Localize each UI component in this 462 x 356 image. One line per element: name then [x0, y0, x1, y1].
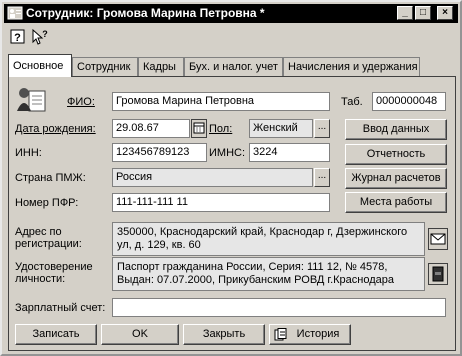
help-icon[interactable]: ? — [8, 28, 28, 46]
salary-account-label: Зарплатный счет: — [15, 302, 106, 314]
inn-label: ИНН: — [15, 147, 42, 159]
tab-accruals[interactable]: Начисления и удержания — [283, 57, 420, 76]
fio-field[interactable]: Громова Марина Петровна — [112, 92, 330, 111]
passport-icon[interactable] — [428, 263, 448, 285]
birth-date-field[interactable]: 29.08.67 — [112, 119, 190, 138]
identity-label-line2: личности: — [15, 273, 66, 285]
ok-button[interactable]: OK — [101, 324, 179, 345]
whats-this-icon[interactable]: ? — [30, 28, 50, 46]
svg-text:?: ? — [14, 32, 21, 44]
history-button[interactable]: История — [269, 324, 351, 345]
close-form-button[interactable]: Закрыть — [183, 324, 265, 345]
pfr-label: Номер ПФР: — [15, 197, 79, 209]
tab-panel-main: ФИО: Громова Марина Петровна Таб. 000000… — [8, 76, 456, 351]
person-card-icon — [17, 88, 46, 112]
toolbar: ? ? — [4, 25, 458, 49]
close-button[interactable]: × — [437, 6, 453, 20]
country-select-button[interactable]: ... — [314, 168, 330, 187]
country-label: Страна ПМЖ: — [15, 172, 86, 184]
salary-account-field[interactable] — [112, 298, 446, 317]
fio-label: ФИО: — [67, 96, 95, 108]
country-field[interactable]: Россия — [112, 168, 313, 187]
payroll-journal-button[interactable]: Журнал расчетов — [345, 168, 447, 189]
title-bar[interactable]: Сотрудник: Громова Марина Петровна * _ □… — [4, 4, 458, 23]
address-label-line1: Адрес по — [15, 226, 62, 238]
inn-field[interactable]: 123456789123 — [112, 143, 207, 162]
tab-main[interactable]: Основное — [8, 54, 72, 77]
data-entry-button[interactable]: Ввод данных — [345, 119, 447, 140]
envelope-icon[interactable] — [428, 228, 448, 250]
tab-accounting[interactable]: Бух. и налог. учет — [184, 57, 283, 76]
address-label-line2: регистрации: — [15, 238, 82, 250]
sex-field[interactable]: Женский — [249, 119, 313, 138]
svg-text:?: ? — [42, 29, 48, 39]
sex-select-button[interactable]: ... — [314, 119, 330, 138]
sex-label: Пол: — [209, 123, 233, 135]
reports-button[interactable]: Отчетность — [345, 144, 447, 165]
imns-label: ИМНС: — [209, 147, 246, 159]
pfr-field[interactable]: 111-111-111 11 — [112, 193, 330, 212]
save-button[interactable]: Записать — [15, 324, 97, 345]
address-field[interactable]: 350000, Краснодарский край, Краснодар г,… — [112, 222, 425, 256]
tab-number-field[interactable]: 0000000048 — [372, 92, 446, 111]
identity-label-line1: Удостоверение — [15, 261, 93, 273]
tab-employee[interactable]: Сотрудник — [72, 57, 138, 76]
history-button-label: История — [296, 328, 340, 340]
identity-document-field[interactable]: Паспорт гражданина России, Серия: 111 12… — [112, 257, 425, 291]
tab-number-label: Таб. — [341, 96, 363, 108]
calendar-icon[interactable] — [191, 119, 207, 138]
workplaces-button[interactable]: Места работы — [345, 192, 447, 213]
window-title: Сотрудник: Громова Марина Петровна * — [26, 6, 265, 20]
employee-card-icon — [7, 6, 23, 20]
history-icon — [274, 328, 287, 341]
maximize-button[interactable]: □ — [415, 6, 431, 20]
imns-field[interactable]: 3224 — [249, 143, 330, 162]
tab-personnel[interactable]: Кадры — [138, 57, 184, 76]
employee-window: Сотрудник: Громова Марина Петровна * _ □… — [0, 0, 462, 356]
birth-date-label: Дата рождения: — [15, 123, 96, 135]
minimize-button[interactable]: _ — [397, 6, 413, 20]
